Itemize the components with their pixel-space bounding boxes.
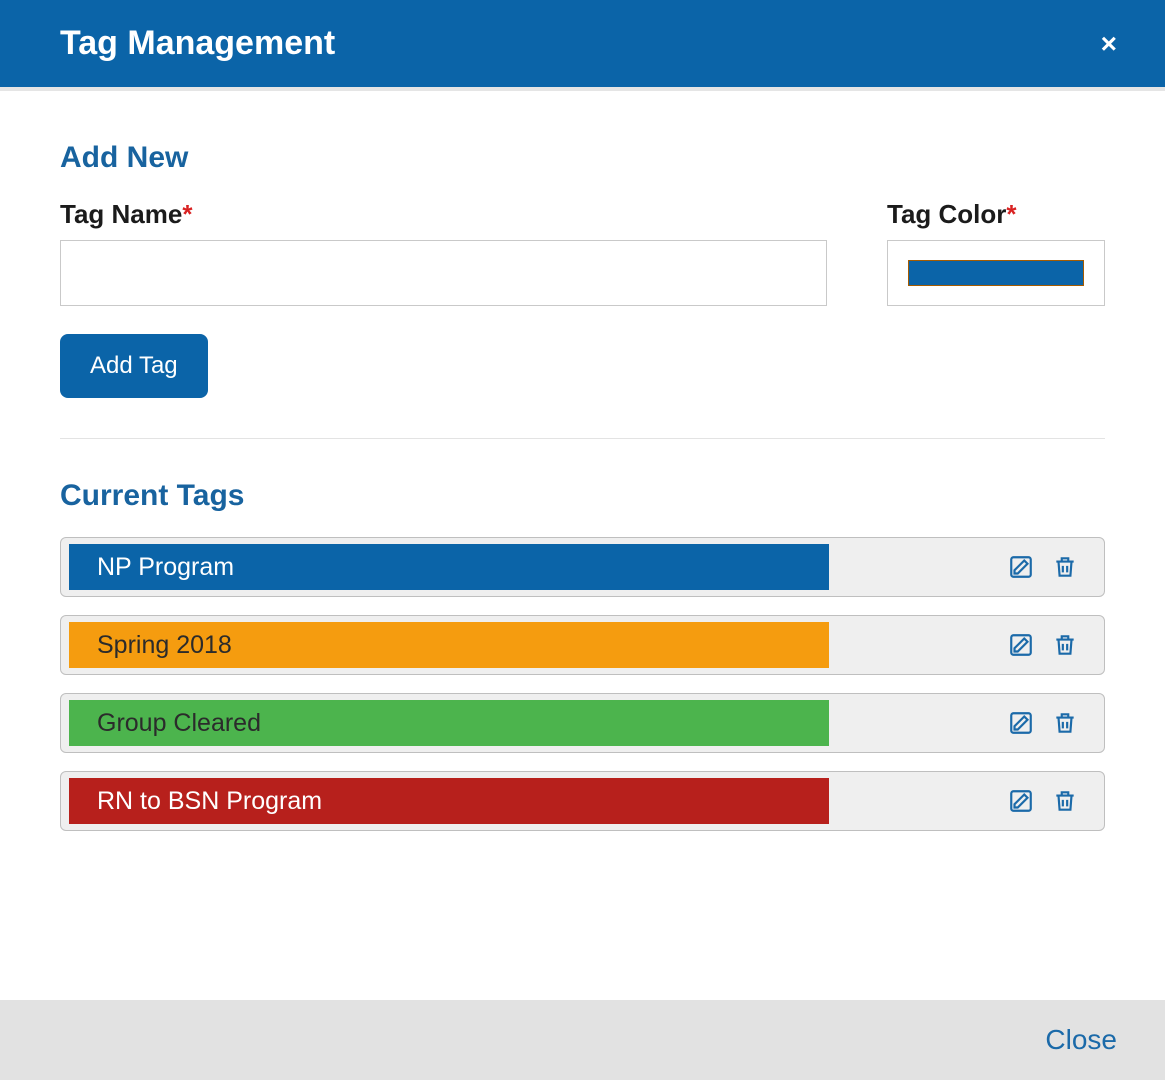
add-new-form-row: Tag Name* Tag Color* [60, 199, 1105, 306]
edit-icon[interactable] [1006, 552, 1036, 582]
tag-actions [829, 630, 1096, 660]
tag-row: RN to BSN Program [60, 771, 1105, 831]
modal-body: Add New Tag Name* Tag Color* Add Tag Cur… [0, 87, 1165, 1000]
tag-color-label: Tag Color* [887, 199, 1105, 230]
add-new-heading: Add New [60, 141, 1105, 175]
tag-row: NP Program [60, 537, 1105, 597]
add-tag-button[interactable]: Add Tag [60, 334, 208, 398]
tag-color-label-text: Tag Color [887, 199, 1006, 229]
tag-actions [829, 786, 1096, 816]
trash-icon[interactable] [1050, 630, 1080, 660]
divider [60, 438, 1105, 439]
tag-bar: NP Program [69, 544, 829, 590]
tags-list: NP Program Spring 2018 Group Cleared RN to … [60, 537, 1105, 831]
close-icon[interactable]: × [1101, 30, 1117, 58]
tag-name-input[interactable] [60, 240, 827, 306]
edit-icon[interactable] [1006, 708, 1036, 738]
tag-bar: Group Cleared [69, 700, 829, 746]
edit-icon[interactable] [1006, 786, 1036, 816]
tag-name-label-text: Tag Name [60, 199, 182, 229]
tag-actions [829, 552, 1096, 582]
modal-header: Tag Management × [0, 0, 1165, 87]
tag-bar: RN to BSN Program [69, 778, 829, 824]
tag-actions [829, 708, 1096, 738]
tag-color-group: Tag Color* [887, 199, 1105, 306]
tag-bar: Spring 2018 [69, 622, 829, 668]
modal-footer: Close [0, 1000, 1165, 1080]
tag-row: Spring 2018 [60, 615, 1105, 675]
trash-icon[interactable] [1050, 786, 1080, 816]
edit-icon[interactable] [1006, 630, 1036, 660]
close-button[interactable]: Close [1045, 1024, 1117, 1056]
trash-icon[interactable] [1050, 552, 1080, 582]
tag-name-label: Tag Name* [60, 199, 827, 230]
required-mark: * [1006, 199, 1016, 229]
tag-row: Group Cleared [60, 693, 1105, 753]
tag-color-picker[interactable] [887, 240, 1105, 306]
modal-title: Tag Management [60, 24, 335, 63]
current-tags-heading: Current Tags [60, 479, 1105, 513]
color-swatch [908, 260, 1084, 286]
required-mark: * [182, 199, 192, 229]
trash-icon[interactable] [1050, 708, 1080, 738]
tag-name-group: Tag Name* [60, 199, 827, 306]
